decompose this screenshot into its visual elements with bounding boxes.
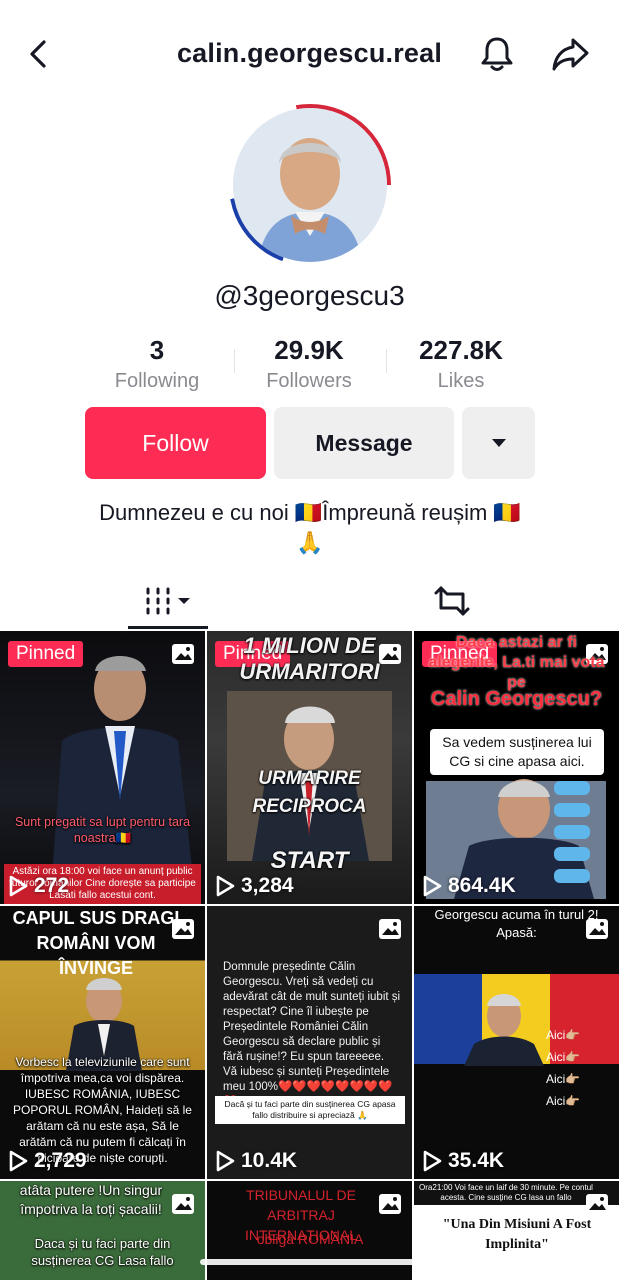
post-headline: Georgescu acuma în turul 2! Apasă: [434,907,599,940]
content-tabs [0,572,619,630]
stat-value: 3 [149,335,165,365]
home-indicator [200,1259,420,1265]
profile-bio: Dumnezeu e cu noi 🇷🇴Împreună reușim 🇷🇴 🙏 [60,498,560,558]
message-button[interactable]: Message [274,407,454,479]
video-tile[interactable]: Domnule președinte Călin Georgescu. Vreț… [207,906,412,1179]
view-count-value: 272 [34,874,70,897]
aici-label: Aici👉🏼 [546,1028,581,1042]
post-quote: "Una Din Misiuni A Fost Implinita" [442,1217,592,1252]
post-caption: Daca și tu faci parte din susținerea CG … [31,1236,174,1268]
share-icon[interactable] [549,34,591,74]
video-tile[interactable]: CAPUL SUS DRAGI ROMÂNI VOM ÎNVINGE Vorbe… [0,906,205,1179]
stat-label: Followers [266,370,352,392]
video-tile[interactable]: Ora21:00 Voi face un laif de 30 minute. … [414,1181,619,1280]
post-highlight-name: Calin Georgescu? [430,688,603,710]
suggested-accounts-button[interactable] [462,407,535,479]
avatar-ring[interactable] [229,104,391,266]
view-count-value: 864.4K [448,874,516,897]
view-count-value: 2,729 [34,1149,87,1172]
videos-grid-icon [146,587,190,615]
post-caption: Sunt pregatit sa lupt pentru tara noastr… [14,815,191,845]
avatar-portrait-image [233,108,387,262]
tab-reposts[interactable] [412,572,492,630]
stat-followers[interactable]: 29.9K Followers [234,335,384,393]
bio-text: Dumnezeu e cu noi 🇷🇴Împreună reușim 🇷🇴 [99,500,521,525]
video-tile[interactable]: Pinned Sunt pregatit sa lupt pentru tara… [0,631,205,904]
stat-value: 29.9K [274,335,344,365]
tab-videos[interactable] [128,572,208,630]
pinned-badge: Pinned [8,641,84,667]
profile-handle: @3georgescu3 [214,280,405,311]
stat-value: 227.8K [419,335,503,365]
follow-button[interactable]: Follow [85,407,266,479]
stat-label: Likes [437,370,485,392]
aici-label: Aici👉🏼 [546,1050,581,1064]
caret-down-icon [491,439,506,447]
post-headline: CAPUL SUS DRAGI ROMÂNI VOM ÎNVINGE [12,908,180,978]
aici-label: Aici👉🏼 [546,1072,581,1086]
photo-gallery-icon [172,644,194,664]
photo-gallery-icon [379,919,401,939]
play-icon [216,1150,235,1172]
post-note: Dacă și tu faci parte din susținerea CG … [215,1096,405,1124]
play-icon [9,1150,28,1172]
stat-label: Following [114,370,200,392]
play-icon [423,875,442,897]
bio-emoji: 🙏 [296,530,324,555]
video-tile[interactable]: atâta putere !Un singur împotriva la toț… [0,1181,205,1280]
play-icon [9,875,28,897]
aici-label: Aici👉🏼 [546,1094,581,1108]
view-count: 2,729 [8,1149,87,1173]
video-tile[interactable]: Pinned 1 MILION DE URMARITORI URMARIRE R… [207,631,412,904]
post-headline: Ora21:00 Voi face un laif de 30 minute. … [419,1183,593,1202]
view-count: 3,284 [215,874,294,898]
view-count-value: 3,284 [241,874,294,897]
top-bar: calin.georgescu.real [0,0,619,108]
post-text-box: Sa vedem susținerea lui CG si cine apasa… [430,729,604,775]
notification-bell-icon[interactable] [478,34,516,74]
video-tile[interactable]: Georgescu acuma în turul 2! Apasă: Aici👉… [414,906,619,1179]
post-headline: Daca astazi ar fi alegerile, La.ti mai v… [428,634,605,691]
stat-likes[interactable]: 227.8K Likes [386,335,536,393]
post-footer-text: START [270,847,349,874]
post-aici-list: Aici👉🏼 Aici👉🏼 Aici👉🏼 Aici👉🏼 [546,1024,616,1112]
post-caption: Domnule președinte Călin Georgescu. Vreț… [223,961,401,1108]
stat-following[interactable]: 3 Following [82,335,232,393]
view-count-value: 35.4K [448,1149,505,1172]
profile-stats: 3 Following 29.9K Followers 227.8K Likes [0,335,619,395]
post-headline: atâta putere !Un singur împotriva la toț… [19,1182,163,1217]
active-tab-indicator [128,626,208,629]
post-subheadline: URMARIRE RECIPROCA [252,768,367,817]
view-count: 35.4K [422,1149,504,1173]
repost-icon [434,586,470,616]
view-count: 10.4K [215,1149,297,1173]
play-icon [216,875,235,897]
play-icon [423,1150,442,1172]
video-tile[interactable]: Pinned Daca astazi ar fi alegerile, La.t… [414,631,619,904]
avatar [233,108,387,262]
view-count: 864.4K [422,874,516,898]
view-count: 272 [8,874,69,898]
video-tile[interactable]: TRIBUNALUL DE ARBITRAJ INTERNAȚIONAL obl… [207,1181,412,1280]
photo-gallery-icon [379,1194,401,1214]
post-headline: 1 MILION DE URMARITORI [239,633,380,684]
post-subheadline: obligă ROMÂNIA [256,1231,364,1247]
profile-username-title: calin.georgescu.real [176,38,443,68]
view-count-value: 10.4K [241,1149,298,1172]
